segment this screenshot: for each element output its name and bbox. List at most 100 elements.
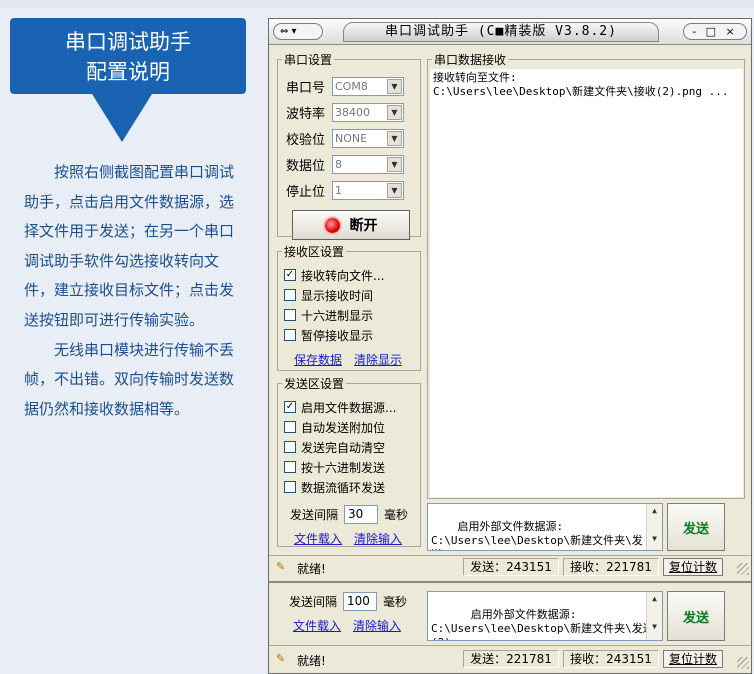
send-interval-input[interactable]: 30 [344,504,379,524]
pencil-icon: ✎ [276,652,286,665]
reset-count-button[interactable]: 复位计数 [663,558,723,576]
info-paragraph-2: 无线串口模块进行传输不丢帧，不出错。双向传输时发送数据仍然和接收数据相等。 [24,340,235,418]
databits-row: 数据位 8 ▼ [286,154,404,174]
second-interval-unit: 毫秒 [383,594,408,609]
chevron-down-icon[interactable]: ▼ [387,156,402,172]
second-interval-label: 发送间隔 [289,594,338,609]
second-send-text: 启用外部文件数据源: C:\Users\lee\Desktop\新建文件夹\发送… [431,608,654,640]
port-label: 串口号 [286,80,326,96]
send-text: 启用外部文件数据源: C:\Users\lee\Desktop\新建文件夹\发送… [431,520,643,550]
second-interval-input[interactable]: 100 [343,591,378,611]
parity-row: 校验位 NONE ▼ [286,128,404,148]
auto-clear-checkbox[interactable]: 发送完自动清空 [284,438,385,456]
parity-select[interactable]: NONE ▼ [332,128,404,148]
send-settings-group: 发送区设置 ✓ 启用文件数据源... 自动发送附加位 发送完自动清空 按十六进制… [277,375,421,547]
parity-value: NONE [335,131,368,145]
load-file-link[interactable]: 文件载入 [294,530,342,547]
second-window-panel: 发送间隔 100 毫秒 文件载入 清除输入 启用外部文件数据源: C:\User… [269,581,751,673]
second-reset-count-button[interactable]: 复位计数 [663,650,723,668]
send-button[interactable]: 发送 [667,503,725,551]
file-source-checkbox[interactable]: ✓ 启用文件数据源... [284,398,396,416]
status-led-icon [324,217,340,233]
send-settings-legend: 发送区设置 [284,377,345,391]
second-send-button[interactable]: 发送 [667,591,725,641]
hex-display-checkbox[interactable]: 十六进制显示 [284,306,373,324]
checkbox-label: 自动发送附加位 [301,420,386,435]
checkbox-unchecked[interactable] [284,289,296,301]
serial-settings-legend: 串口设置 [284,53,333,67]
second-load-file-link[interactable]: 文件载入 [293,617,341,634]
parity-label: 校验位 [286,132,326,148]
second-send-scrollbar[interactable]: ▲ ▼ [646,592,662,640]
checkbox-label: 启用文件数据源... [301,400,397,415]
second-status-bar: ✎ 就绪! 发送：221781 接收：243151 复位计数 [269,645,751,671]
resize-grip[interactable] [737,563,749,575]
chevron-down-icon[interactable]: ▼ [387,78,402,94]
stopbits-value: 1 [335,183,342,197]
resize-grip[interactable] [737,657,749,669]
clear-input-link[interactable]: 清除输入 [354,530,402,547]
serial-settings-group: 串口设置 串口号 COM8 ▼ 波特率 38400 ▼ 校验位 NONE ▼ 数据位 … [277,51,421,240]
port-select[interactable]: COM8 ▼ [332,76,404,96]
status-bar: ✎ 就绪! 发送：243151 接收：221781 复位计数 [269,555,751,577]
pencil-icon: ✎ [276,560,286,573]
receive-area-legend: 串口数据接收 [434,53,507,67]
pause-display-checkbox[interactable]: 暂停接收显示 [284,326,373,344]
show-receive-time-checkbox[interactable]: 显示接收时间 [284,286,373,304]
disconnect-button[interactable]: 断开 [292,210,410,240]
databits-label: 数据位 [286,158,326,174]
send-interval-label: 发送间隔 [290,507,339,522]
checkbox-unchecked[interactable] [284,309,296,321]
checkbox-checked[interactable]: ✓ [284,269,296,281]
checkbox-unchecked[interactable] [284,481,296,493]
databits-select[interactable]: 8 ▼ [332,154,404,174]
second-sent-count: 发送：221781 [463,650,559,668]
checkbox-label: 暂停接收显示 [301,328,374,343]
send-textarea[interactable]: 启用外部文件数据源: C:\Users\lee\Desktop\新建文件夹\发送… [427,503,663,551]
clear-display-link[interactable]: 清除显示 [354,351,402,368]
chevron-down-icon[interactable]: ▼ [387,104,402,120]
checkbox-unchecked[interactable] [284,421,296,433]
stopbits-select[interactable]: 1 ▼ [332,180,404,200]
window-controls[interactable]: - □ × [683,23,747,40]
checkbox-label: 发送完自动清空 [301,440,386,455]
baud-row: 波特率 38400 ▼ [286,102,404,122]
window-title: 串口调试助手 (C■精装版 V3.8.2) [343,22,659,42]
stopbits-label: 停止位 [286,184,326,200]
checkbox-label: 数据流循环发送 [301,480,386,495]
second-send-textarea[interactable]: 启用外部文件数据源: C:\Users\lee\Desktop\新建文件夹\发送… [427,591,663,641]
chevron-down-icon[interactable]: ▼ [387,182,402,198]
info-description: 按照右侧截图配置串口调试助手，点击启用文件数据源，选择文件用于发送；在另一个串口… [24,158,246,424]
checkbox-unchecked[interactable] [284,329,296,341]
send-interval-row: 发送间隔 30 毫秒 [290,504,408,524]
port-value: COM8 [335,79,368,93]
receive-textarea[interactable]: 接收转向至文件: C:\Users\lee\Desktop\新建文件夹\接收(2… [430,69,743,497]
port-row: 串口号 COM8 ▼ [286,76,404,96]
baud-value: 38400 [335,105,370,119]
stopbits-row: 停止位 1 ▼ [286,180,404,200]
top-divider [0,0,754,8]
info-title-line2: 配置说明 [86,60,170,84]
receive-to-file-checkbox[interactable]: ✓ 接收转向文件... [284,266,384,284]
checkbox-unchecked[interactable] [284,441,296,453]
auto-append-checkbox[interactable]: 自动发送附加位 [284,418,385,436]
second-interval-row: 发送间隔 100 毫秒 [289,591,407,611]
send-scrollbar[interactable]: ▲ ▼ [646,504,662,550]
checkbox-checked[interactable]: ✓ [284,401,296,413]
databits-value: 8 [335,157,342,171]
checkbox-unchecked[interactable] [284,461,296,473]
second-received-count: 接收：243151 [563,650,659,668]
disconnect-button-label: 断开 [349,218,378,234]
chevron-down-icon[interactable]: ▼ [387,130,402,146]
second-clear-input-link[interactable]: 清除输入 [353,617,401,634]
receive-settings-legend: 接收区设置 [284,245,345,259]
checkbox-label: 十六进制显示 [301,308,374,323]
info-callout: 串口调试助手 配置说明 [10,18,246,94]
status-ready: 就绪! [297,562,326,576]
title-bar: ⇔ ▾ 串口调试助手 (C■精装版 V3.8.2) - □ × [269,19,751,45]
hex-send-checkbox[interactable]: 按十六进制发送 [284,458,385,476]
baud-select[interactable]: 38400 ▼ [332,102,404,122]
loop-send-checkbox[interactable]: 数据流循环发送 [284,478,385,496]
save-data-link[interactable]: 保存数据 [294,351,342,368]
system-menu-button[interactable]: ⇔ ▾ [273,23,323,40]
